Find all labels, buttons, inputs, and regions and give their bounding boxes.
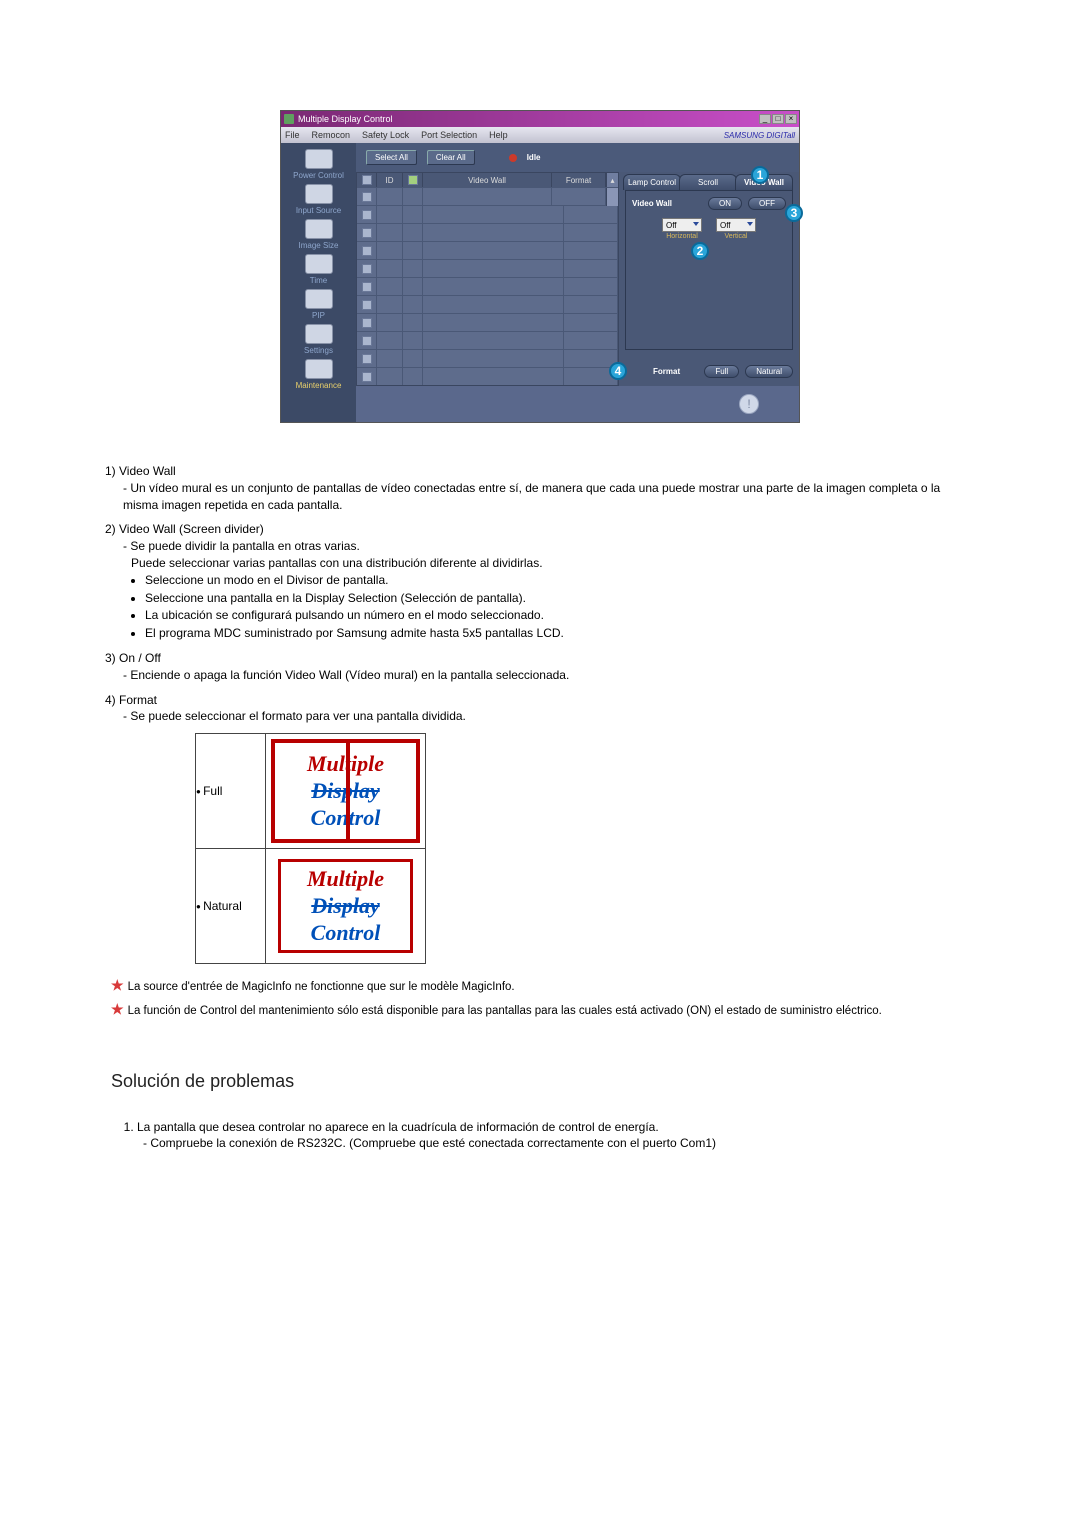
vertical-label: Vertical	[716, 233, 756, 240]
format-natural-label: Natural	[196, 849, 266, 964]
horizontal-select[interactable]: Off	[662, 218, 702, 232]
display-grid: ID Video Wall Format ▴	[356, 172, 619, 386]
on-button[interactable]: ON	[708, 197, 742, 210]
menu-remocon[interactable]: Remocon	[312, 130, 351, 140]
format-label: Format	[653, 367, 680, 376]
horizontal-label: Horizontal	[662, 233, 702, 240]
menu-help[interactable]: Help	[489, 130, 508, 140]
sidebar-item-time[interactable]: Time	[305, 254, 333, 285]
col-format[interactable]: Format	[552, 173, 606, 187]
col-id[interactable]: ID	[377, 173, 403, 187]
table-row[interactable]	[357, 277, 618, 295]
note-1: ★La source d'entrée de MagicInfo ne fonc…	[127, 976, 975, 996]
window-title: Multiple Display Control	[298, 114, 759, 124]
table-row[interactable]	[357, 223, 618, 241]
table-row[interactable]	[357, 259, 618, 277]
idle-status-icon	[509, 154, 517, 162]
table-row[interactable]	[357, 205, 618, 223]
format-natural-image: Multiple Display Control	[266, 849, 426, 964]
full-button[interactable]: Full	[704, 365, 739, 378]
power-icon	[305, 149, 333, 169]
table-row[interactable]	[357, 241, 618, 259]
clear-all-button[interactable]: Clear All	[427, 150, 475, 165]
minimize-icon[interactable]: _	[759, 114, 771, 124]
sidebar-item-pip[interactable]: PIP	[305, 289, 333, 320]
ts-item-1: La pantalla que desea controlar no apare…	[137, 1119, 975, 1153]
image-size-icon	[305, 219, 333, 239]
table-row[interactable]	[357, 367, 618, 385]
explanation-text: 1) Video Wall Un vídeo mural es un conju…	[105, 463, 975, 1152]
troubleshoot-heading: Solución de problemas	[111, 1069, 975, 1094]
idle-label: Idle	[527, 153, 541, 162]
maximize-icon[interactable]: □	[772, 114, 784, 124]
app-icon	[284, 114, 294, 124]
brand-label: SAMSUNG DIGITall	[724, 131, 795, 140]
natural-button[interactable]: Natural	[745, 365, 793, 378]
video-wall-label: Video Wall	[632, 199, 672, 208]
menu-port-selection[interactable]: Port Selection	[421, 130, 477, 140]
note-2: ★La función de Control del mantenimiento…	[127, 1000, 975, 1020]
badge-2: 2	[691, 242, 709, 260]
off-button[interactable]: OFF	[748, 197, 786, 210]
maintenance-icon	[305, 359, 333, 379]
col-status[interactable]	[403, 173, 423, 187]
sidebar-item-maintenance[interactable]: Maintenance	[296, 359, 342, 390]
col-checkbox[interactable]	[357, 173, 377, 187]
format-table: Full Multiple Display Control Natural Mu…	[195, 733, 426, 964]
app-window: Multiple Display Control _ □ × File Remo…	[280, 110, 800, 423]
badge-1: 1	[751, 166, 769, 184]
table-row[interactable]	[357, 349, 618, 367]
titlebar: Multiple Display Control _ □ ×	[281, 111, 799, 127]
table-row[interactable]	[357, 331, 618, 349]
table-row[interactable]	[357, 313, 618, 331]
toolbar: Select All Clear All Idle	[356, 143, 799, 172]
pip-icon	[305, 289, 333, 309]
col-video-wall[interactable]: Video Wall	[423, 173, 552, 187]
sidebar-item-image-size[interactable]: Image Size	[298, 219, 338, 250]
close-icon[interactable]: ×	[785, 114, 797, 124]
status-info-icon: !	[739, 394, 759, 414]
vertical-select[interactable]: Off	[716, 218, 756, 232]
time-icon	[305, 254, 333, 274]
badge-4: 4	[609, 362, 627, 380]
right-panel: Lamp Control Scroll Video Wall Video Wal…	[619, 172, 799, 386]
settings-icon	[305, 324, 333, 344]
select-all-button[interactable]: Select All	[366, 150, 417, 165]
input-icon	[305, 184, 333, 204]
tab-scroll[interactable]: Scroll	[679, 174, 737, 190]
menu-file[interactable]: File	[285, 130, 300, 140]
badge-3: 3	[785, 204, 803, 222]
status-bar: !	[356, 386, 799, 422]
format-full-label: Full	[196, 734, 266, 849]
table-row[interactable]	[357, 187, 618, 205]
tab-lamp-control[interactable]: Lamp Control	[623, 174, 681, 190]
sidebar: Power Control Input Source Image Size Ti…	[281, 143, 356, 422]
table-row[interactable]	[357, 295, 618, 313]
menubar: File Remocon Safety Lock Port Selection …	[281, 127, 799, 143]
menu-safety-lock[interactable]: Safety Lock	[362, 130, 409, 140]
sidebar-item-settings[interactable]: Settings	[304, 324, 333, 355]
sidebar-item-input[interactable]: Input Source	[296, 184, 341, 215]
format-full-image: Multiple Display Control	[266, 734, 426, 849]
scroll-up-icon[interactable]: ▴	[606, 173, 618, 187]
sidebar-item-power[interactable]: Power Control	[293, 149, 344, 180]
